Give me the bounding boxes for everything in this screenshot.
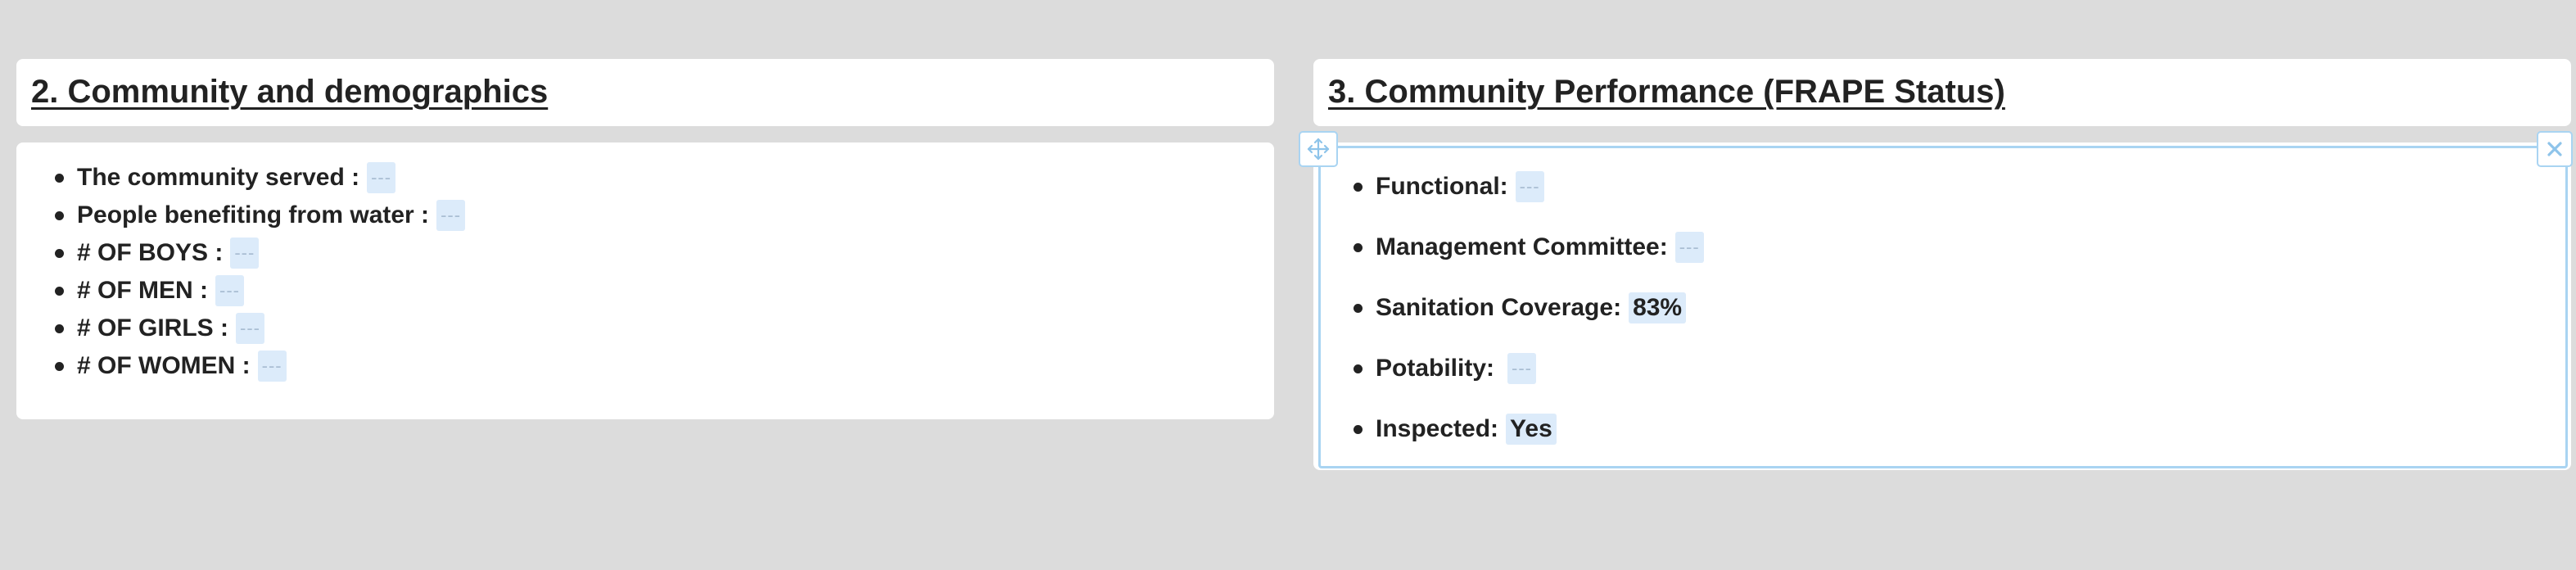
field-label: Functional: xyxy=(1376,173,1508,200)
list-item: Inspected: Yes xyxy=(1354,399,1704,459)
field-value-placeholder[interactable]: --- xyxy=(1507,353,1536,384)
close-x-icon xyxy=(2547,142,2562,156)
list-item: Functional: --- xyxy=(1354,156,1704,217)
field-value-placeholder[interactable]: --- xyxy=(230,238,260,269)
field-label: The community served : xyxy=(77,164,360,191)
section-title: 2. Community and demographics xyxy=(31,74,549,110)
list-item: # OF WOMEN : --- xyxy=(54,347,465,385)
list-item: Potability: --- xyxy=(1354,338,1704,399)
field-value-placeholder[interactable]: --- xyxy=(367,162,396,193)
field-value-placeholder[interactable]: --- xyxy=(257,351,287,382)
list-item: People benefiting from water : --- xyxy=(54,197,466,234)
section-title: 3. Community Performance (FRAPE Status) xyxy=(1328,74,2005,110)
field-value-placeholder[interactable]: --- xyxy=(1515,171,1544,202)
field-label: Management Committee: xyxy=(1376,233,1668,260)
field-label: # OF WOMEN : xyxy=(77,352,251,379)
field-value-placeholder[interactable]: --- xyxy=(1674,232,1704,263)
section-header-community-performance: 3. Community Performance (FRAPE Status) xyxy=(1313,59,2571,126)
field-label: # OF BOYS : xyxy=(77,239,224,266)
performance-list: Functional: --- Management Committee: --… xyxy=(1354,156,1704,459)
field-label: Sanitation Coverage: xyxy=(1376,294,1622,321)
field-label: Inspected: xyxy=(1376,415,1499,442)
field-value-placeholder[interactable]: --- xyxy=(436,200,466,231)
move-handle[interactable] xyxy=(1299,131,1338,167)
list-item: Management Committee: --- xyxy=(1354,217,1704,278)
field-label: # OF MEN : xyxy=(77,277,209,304)
list-item: # OF MEN : --- xyxy=(54,272,465,310)
field-label: Potability: xyxy=(1376,355,1495,382)
field-label: # OF GIRLS : xyxy=(77,314,229,342)
move-arrows-icon xyxy=(1307,138,1330,161)
field-value[interactable]: Yes xyxy=(1506,414,1557,445)
list-item: # OF GIRLS : --- xyxy=(54,310,465,347)
close-button[interactable] xyxy=(2537,131,2573,167)
list-item: Sanitation Coverage: 83% xyxy=(1354,278,1704,338)
list-item: # OF BOYS : --- xyxy=(54,234,465,272)
demographics-list: The community served : --- People benefi… xyxy=(54,159,466,385)
field-value-placeholder[interactable]: --- xyxy=(215,275,244,306)
section-header-community-demographics: 2. Community and demographics xyxy=(16,59,1274,126)
field-value-placeholder[interactable]: --- xyxy=(236,313,264,344)
field-label: People benefiting from water : xyxy=(77,201,430,228)
list-item: The community served : --- xyxy=(54,159,465,197)
field-value[interactable]: 83% xyxy=(1629,292,1687,323)
